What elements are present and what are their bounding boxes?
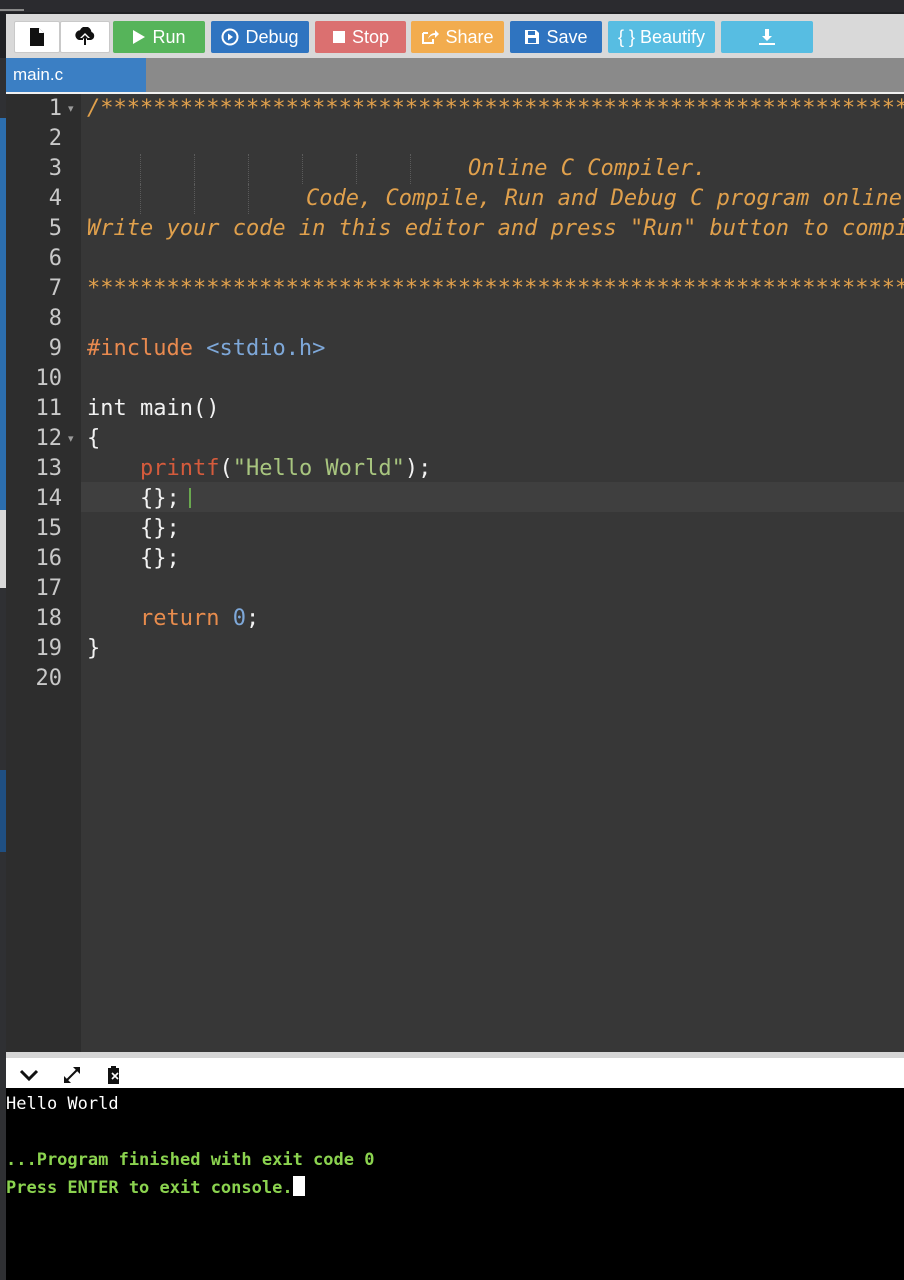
line-number: 1 xyxy=(48,96,62,121)
fold-arrow-icon[interactable]: ▾ xyxy=(68,424,74,454)
active-line-highlight xyxy=(81,482,904,512)
text-cursor xyxy=(189,488,191,508)
code-line-1: /***************************************… xyxy=(87,96,904,121)
save-label: Save xyxy=(546,26,588,47)
code-line-9: #include <stdio.h> xyxy=(87,334,325,364)
indent-guide xyxy=(248,184,249,214)
stop-button[interactable]: Stop xyxy=(315,21,406,53)
share-button[interactable]: Share xyxy=(411,21,504,53)
code-line-16: {}; xyxy=(87,546,180,571)
line-number-gutter: 1 2 3 4 5 6 7 8 9 10 11 12 13 14 15 16 1… xyxy=(6,94,81,1052)
indent-guide xyxy=(248,154,249,184)
indent-guide xyxy=(194,184,195,214)
string-literal: "Hello World" xyxy=(232,456,405,481)
beautify-label: { } Beautify xyxy=(617,26,706,47)
indent-guide xyxy=(356,154,357,184)
console-line-prompt: Press ENTER to exit console. xyxy=(6,1174,305,1202)
line-number: 6 xyxy=(48,246,62,271)
line-number: 2 xyxy=(48,126,62,151)
line-number: 11 xyxy=(35,396,63,421)
expand-icon[interactable] xyxy=(61,1064,83,1086)
file-icon xyxy=(29,27,45,47)
code-line-11: int main() xyxy=(87,396,220,421)
line-number: 19 xyxy=(35,636,63,661)
debug-label: Debug xyxy=(245,26,299,47)
debug-button[interactable]: Debug xyxy=(211,21,309,53)
upload-icon xyxy=(74,27,96,47)
line-number: 15 xyxy=(35,516,63,541)
code-line-14: {}; xyxy=(87,486,180,511)
statement-end: ); xyxy=(404,456,432,481)
indent-guide xyxy=(410,154,411,184)
upload-button[interactable] xyxy=(60,21,110,53)
return-keyword: return xyxy=(139,606,220,631)
line-number: 4 xyxy=(48,186,62,211)
code-line-5: Write your code in this editor and press… xyxy=(87,216,904,241)
line-number: 10 xyxy=(35,366,63,391)
indent-guide xyxy=(140,154,141,184)
console-toolbar xyxy=(6,1052,904,1088)
beautify-button[interactable]: { } Beautify xyxy=(608,21,715,53)
share-icon xyxy=(421,29,440,45)
line-number: 8 xyxy=(48,306,62,331)
line-number: 12 xyxy=(35,426,63,451)
tab-label: main.c xyxy=(13,65,64,84)
code-line-12: { xyxy=(87,426,101,451)
run-button[interactable]: Run xyxy=(113,21,205,53)
tab-main-c[interactable]: main.c xyxy=(6,58,146,92)
window-top-strip xyxy=(0,0,904,12)
play-icon xyxy=(132,29,146,45)
code-line-18: return 0; xyxy=(87,604,259,634)
code-line-19: } xyxy=(87,636,101,661)
line-number: 14 xyxy=(35,486,63,511)
download-button[interactable] xyxy=(721,21,813,53)
console-cursor xyxy=(292,1176,305,1196)
line-number: 13 xyxy=(35,456,63,481)
code-line-13: printf("Hello World"); xyxy=(87,454,431,484)
code-editor[interactable]: 1 2 3 4 5 6 7 8 9 10 11 12 13 14 15 16 1… xyxy=(6,92,904,1052)
code-line-7: ****************************************… xyxy=(87,276,904,301)
line-number: 3 xyxy=(48,156,62,181)
statement-end: ; xyxy=(245,606,260,631)
chevron-down-icon[interactable] xyxy=(19,1064,39,1086)
clear-console-icon[interactable] xyxy=(103,1064,125,1086)
code-line-15: {}; xyxy=(87,516,180,541)
save-icon xyxy=(524,29,540,45)
file-tab-bar: main.c xyxy=(6,58,904,92)
share-label: Share xyxy=(445,26,494,47)
console-line: ...Program finished with exit code 0 xyxy=(6,1150,375,1170)
line-number: 5 xyxy=(48,216,62,241)
line-number: 20 xyxy=(35,666,63,691)
line-number: 9 xyxy=(48,336,62,361)
stop-icon xyxy=(332,30,346,44)
line-number: 7 xyxy=(48,276,62,301)
download-icon xyxy=(758,28,776,46)
indent-guide xyxy=(140,184,141,214)
indent-guide xyxy=(194,154,195,184)
function-call: printf xyxy=(139,456,220,481)
number-literal: 0 xyxy=(232,606,246,631)
new-file-button[interactable] xyxy=(14,21,60,53)
line-number: 17 xyxy=(35,576,63,601)
toolbar: Run Debug Stop Share Save { } Beautify xyxy=(6,14,904,58)
output-console[interactable]: Hello World ...Program finished with exi… xyxy=(6,1088,904,1280)
line-number: 16 xyxy=(35,546,63,571)
include-header: <stdio.h> xyxy=(206,336,326,361)
fold-arrow-icon[interactable]: ▾ xyxy=(68,94,74,124)
code-line-3: Online C Compiler. xyxy=(468,156,707,181)
paren: ( xyxy=(219,456,233,481)
indent-guide xyxy=(302,154,303,184)
save-button[interactable]: Save xyxy=(510,21,602,53)
console-prompt-text: Press ENTER to exit console. xyxy=(6,1178,293,1198)
debug-icon xyxy=(221,28,239,46)
run-label: Run xyxy=(152,26,186,47)
stop-label: Stop xyxy=(351,26,390,47)
preprocessor-directive: #include xyxy=(87,336,193,361)
console-line: Hello World xyxy=(6,1094,119,1114)
line-number: 18 xyxy=(35,606,63,631)
code-line-4: Code, Compile, Run and Debug C program o… xyxy=(306,186,904,211)
